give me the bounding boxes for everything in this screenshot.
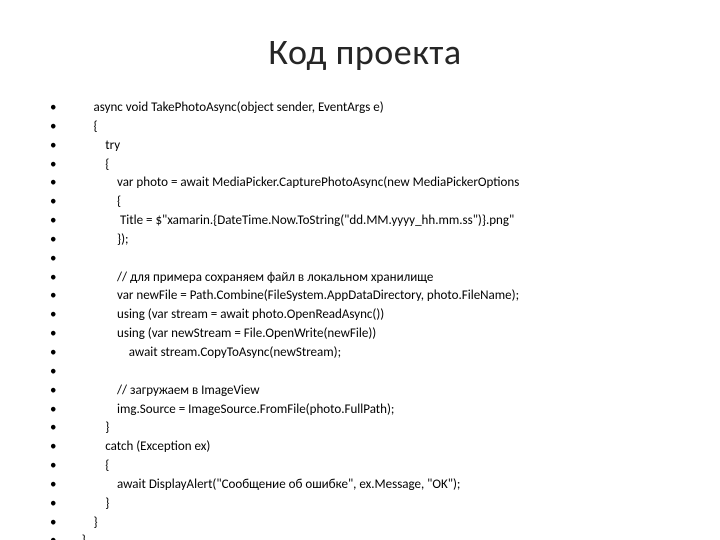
bullet-icon: •	[50, 438, 70, 457]
code-text: await stream.CopyToAsync(newStream);	[70, 344, 680, 363]
code-text: // для примера сохраняем файл в локально…	[70, 269, 680, 288]
bullet-icon: •	[50, 476, 70, 495]
code-text: using (var stream = await photo.OpenRead…	[70, 306, 680, 325]
code-line: • Title = $"xamarin.{DateTime.Now.ToStri…	[50, 212, 680, 231]
code-text: {	[70, 156, 680, 175]
code-text: var photo = await MediaPicker.CapturePho…	[70, 174, 680, 193]
code-text: async void TakePhotoAsync(object sender,…	[70, 99, 680, 118]
bullet-icon: •	[50, 269, 70, 288]
code-line: • catch (Exception ex)	[50, 438, 680, 457]
code-text: var newFile = Path.Combine(FileSystem.Ap…	[70, 287, 680, 306]
bullet-icon: •	[50, 287, 70, 306]
bullet-icon: •	[50, 495, 70, 514]
code-line: • }	[50, 514, 680, 533]
code-line: • {	[50, 457, 680, 476]
code-text: {	[70, 193, 680, 212]
bullet-icon: •	[50, 193, 70, 212]
code-text: {	[70, 118, 680, 137]
code-text: try	[70, 137, 680, 156]
code-line: • }	[50, 532, 680, 540]
bullet-icon: •	[50, 137, 70, 156]
code-line: • }	[50, 495, 680, 514]
bullet-icon: •	[50, 344, 70, 363]
code-text: using (var newStream = File.OpenWrite(ne…	[70, 325, 680, 344]
code-line: • try	[50, 137, 680, 156]
code-line: • {	[50, 156, 680, 175]
code-line: • {	[50, 193, 680, 212]
bullet-icon: •	[50, 419, 70, 438]
bullet-icon: •	[50, 231, 70, 250]
bullet-icon: •	[50, 457, 70, 476]
code-line: • var photo = await MediaPicker.CaptureP…	[50, 174, 680, 193]
code-text: Title = $"xamarin.{DateTime.Now.ToString…	[70, 212, 680, 231]
code-text: }	[70, 495, 680, 514]
bullet-icon: •	[50, 363, 70, 382]
code-line: • // загружаем в ImageView	[50, 382, 680, 401]
code-text: img.Source = ImageSource.FromFile(photo.…	[70, 401, 680, 420]
bullet-icon: •	[50, 156, 70, 175]
bullet-icon: •	[50, 382, 70, 401]
code-line: • }	[50, 419, 680, 438]
code-text: }	[70, 532, 680, 540]
bullet-icon: •	[50, 212, 70, 231]
bullet-icon: •	[50, 306, 70, 325]
code-line: • img.Source = ImageSource.FromFile(phot…	[50, 401, 680, 420]
code-line: • async void TakePhotoAsync(object sende…	[50, 99, 680, 118]
code-line: • {	[50, 118, 680, 137]
slide: Код проекта • async void TakePhotoAsync(…	[0, 0, 720, 540]
code-text: });	[70, 231, 680, 250]
bullet-icon: •	[50, 118, 70, 137]
bullet-icon: •	[50, 325, 70, 344]
page-title: Код проекта	[50, 30, 680, 74]
code-line: • await stream.CopyToAsync(newStream);	[50, 344, 680, 363]
bullet-icon: •	[50, 514, 70, 533]
code-line: • // для примера сохраняем файл в локаль…	[50, 269, 680, 288]
code-line: • using (var newStream = File.OpenWrite(…	[50, 325, 680, 344]
code-line: • using (var stream = await photo.OpenRe…	[50, 306, 680, 325]
code-text: }	[70, 419, 680, 438]
code-line: • });	[50, 231, 680, 250]
code-text: }	[70, 514, 680, 533]
bullet-icon: •	[50, 250, 70, 269]
bullet-icon: •	[50, 401, 70, 420]
bullet-icon: •	[50, 99, 70, 118]
bullet-icon: •	[50, 532, 70, 540]
code-line: • var newFile = Path.Combine(FileSystem.…	[50, 287, 680, 306]
bullet-icon: •	[50, 174, 70, 193]
code-text: await DisplayAlert("Сообщение об ошибке"…	[70, 476, 680, 495]
code-block: • async void TakePhotoAsync(object sende…	[50, 99, 680, 540]
code-line: •	[50, 250, 680, 269]
code-text: {	[70, 457, 680, 476]
code-line: •	[50, 363, 680, 382]
code-text: catch (Exception ex)	[70, 438, 680, 457]
code-text: // загружаем в ImageView	[70, 382, 680, 401]
code-line: • await DisplayAlert("Сообщение об ошибк…	[50, 476, 680, 495]
